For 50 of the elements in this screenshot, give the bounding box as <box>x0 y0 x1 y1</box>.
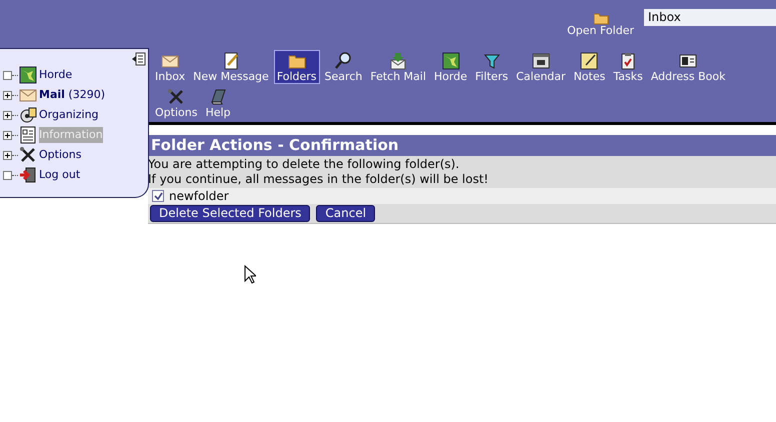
checkbox[interactable] <box>152 190 164 202</box>
document-icon <box>19 126 37 144</box>
sidebar-item[interactable]: Organizing <box>39 106 99 124</box>
expand-icon[interactable] <box>3 130 12 140</box>
action-button[interactable]: Cancel <box>316 205 376 222</box>
folder-field[interactable]: Inbox <box>644 9 776 26</box>
mouse-cursor-icon <box>244 265 256 285</box>
toolbar-button[interactable]: Calendar <box>513 50 569 84</box>
sidebar-item[interactable]: Log out <box>39 166 80 184</box>
calendar-icon <box>532 52 550 70</box>
pen-paper-icon <box>222 52 240 70</box>
expand-icon[interactable] <box>3 110 12 120</box>
message-text: If you continue, all messages in the folder(s) will be lost! <box>148 172 488 187</box>
action-button[interactable]: Delete Selected Folders <box>150 205 310 222</box>
toolbar-button[interactable]: Filters <box>472 50 512 84</box>
toolbar-button[interactable]: Folders <box>274 50 320 84</box>
open-folder-label: Open Folder <box>567 25 634 36</box>
exit-door-icon <box>19 166 37 184</box>
envelope-arrow-icon <box>389 52 408 70</box>
map-icon <box>442 52 460 70</box>
toolbar-button[interactable]: Tasks <box>610 50 646 84</box>
toolbar-button[interactable]: Notes <box>570 50 608 84</box>
tools-icon <box>19 146 37 164</box>
gear-icon <box>19 106 37 124</box>
sidebar-item[interactable]: Options <box>39 146 82 164</box>
tools-icon <box>167 88 186 106</box>
collapse-icon[interactable] <box>132 52 146 66</box>
expand-icon[interactable] <box>3 90 12 100</box>
address-card-icon <box>679 52 698 70</box>
toolbar-button[interactable]: Options <box>152 86 200 120</box>
search-icon <box>334 52 352 70</box>
toolbar-button[interactable]: Help <box>202 86 234 120</box>
section-title: Folder Actions - Confirmation <box>148 135 776 156</box>
toolbar-button[interactable]: Address Book <box>648 50 729 84</box>
expand-icon[interactable] <box>3 150 12 160</box>
map-icon <box>19 66 37 84</box>
toolbar-button[interactable]: Horde <box>431 50 470 84</box>
sidebar-item[interactable]: Horde <box>39 66 72 84</box>
note-icon <box>580 52 598 70</box>
folder-name: newfolder <box>169 188 229 205</box>
toolbar-button[interactable]: Search <box>322 50 366 84</box>
sidebar-item[interactable]: Mail (3290) <box>39 86 105 104</box>
book-icon <box>208 88 227 106</box>
folder-icon <box>592 12 609 25</box>
funnel-icon <box>482 52 501 70</box>
message-text: You are attempting to delete the following folder(s). <box>148 157 460 172</box>
clipboard-icon <box>619 52 638 70</box>
toolbar-button[interactable]: Inbox <box>152 50 188 84</box>
toolbar-button[interactable]: New Message <box>190 50 272 84</box>
toolbar-button[interactable]: Fetch Mail <box>367 50 430 84</box>
